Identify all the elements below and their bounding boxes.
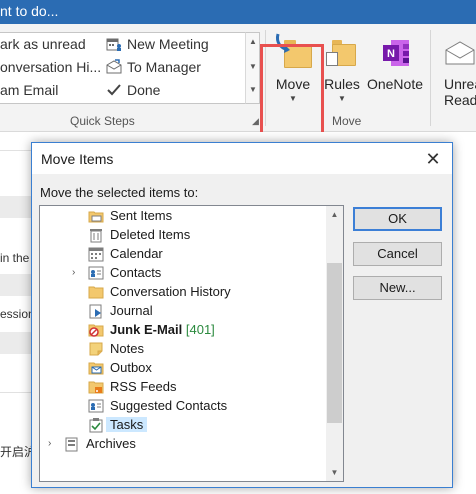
folder-icon — [88, 284, 104, 300]
folder-item-archives[interactable]: › Archives — [40, 434, 324, 453]
folder-item-junk-email[interactable]: Junk E-Mail [401] — [40, 320, 324, 339]
rules-button[interactable]: Rules ▼ — [322, 28, 362, 114]
junk-email-label: Junk E-Mail — [110, 322, 183, 337]
folder-item-contacts[interactable]: › Contacts — [40, 263, 324, 282]
move-group-label: Move — [332, 114, 362, 128]
dialog-title-bar: Move Items ✕ — [32, 143, 452, 174]
dialog-launcher-icon[interactable]: ◢ — [252, 116, 259, 127]
journal-icon — [88, 303, 104, 319]
folder-label: Calendar — [110, 246, 163, 261]
folder-item-outbox[interactable]: Outbox — [40, 358, 324, 377]
checkmark-icon — [106, 82, 122, 98]
folder-item-deleted-items[interactable]: Deleted Items — [40, 225, 324, 244]
folder-item-suggested-contacts[interactable]: Suggested Contacts — [40, 396, 324, 415]
app-title-bar: nt to do... — [0, 0, 476, 24]
chevron-up-icon[interactable]: ▲ — [249, 37, 257, 46]
tell-me-search-text[interactable]: nt to do... — [0, 3, 58, 19]
scrollbar-thumb[interactable] — [327, 263, 342, 423]
scroll-down-icon[interactable]: ▼ — [326, 464, 343, 481]
trash-icon — [88, 227, 104, 243]
message-snippet[interactable]: 开启沪 — [0, 443, 32, 460]
message-snippet[interactable]: in the — [0, 251, 32, 265]
onenote-button[interactable]: N OneNote — [364, 28, 426, 114]
chevron-down-icon[interactable]: ▼ — [249, 62, 257, 71]
close-icon[interactable]: ✕ — [422, 148, 444, 170]
svg-text:N: N — [387, 48, 395, 60]
rss-icon — [88, 379, 104, 395]
rules-button-label: Rules — [324, 76, 360, 92]
folder-label: Contacts — [110, 265, 162, 280]
envelope-icon — [444, 32, 476, 72]
move-items-dialog: Move Items ✕ Move the selected items to:… — [31, 142, 453, 488]
calendar-icon — [88, 246, 104, 262]
quick-step-label: ark as unread — [0, 36, 86, 52]
move-button-highlight — [260, 44, 324, 138]
folder-label: RSS Feeds — [110, 379, 177, 394]
quick-step-label: To Manager — [127, 59, 201, 75]
cancel-button[interactable]: Cancel — [353, 242, 442, 266]
quick-step-done[interactable]: Done — [106, 79, 160, 101]
calendar-people-icon — [106, 36, 122, 52]
folder-item-rss-feeds[interactable]: RSS Feeds — [40, 377, 324, 396]
folder-label: Suggested Contacts — [110, 398, 228, 413]
folder-label: Notes — [110, 341, 144, 356]
divider — [0, 392, 32, 393]
more-icon[interactable]: ▼ — [249, 85, 257, 94]
notes-icon — [88, 341, 104, 357]
folder-label: Tasks — [106, 417, 148, 432]
quick-step-label: onversation Hi... — [0, 59, 102, 75]
folder-tree-scrollbar[interactable]: ▲ ▼ — [326, 206, 343, 481]
quick-step-team-email[interactable]: am Email — [0, 79, 58, 101]
folder-item-notes[interactable]: Notes — [40, 339, 324, 358]
quick-step-label: New Meeting — [127, 36, 209, 52]
new-folder-button[interactable]: New... — [353, 276, 442, 300]
quick-steps-scrollbar[interactable]: ▲ ▼ ▼ — [245, 32, 260, 104]
archive-icon — [64, 436, 80, 452]
folder-label: Junk E-Mail [401] — [110, 322, 215, 337]
expand-chevron-icon[interactable]: › — [72, 267, 75, 278]
chevron-down-icon: ▼ — [338, 94, 346, 103]
junk-mail-icon — [88, 322, 104, 338]
message-snippet[interactable]: ession — [0, 307, 32, 321]
quick-step-conversation-history[interactable]: onversation Hi... — [0, 56, 101, 78]
folder-item-tasks[interactable]: Tasks — [40, 415, 324, 434]
group-separator — [430, 30, 431, 126]
folder-label: Archives — [86, 436, 136, 451]
rules-folder-icon — [326, 32, 358, 72]
unread-read-button[interactable]: Unread Read — [440, 28, 476, 114]
quick-step-to-manager[interactable]: To Manager — [106, 56, 201, 78]
unread-count-badge: [401] — [185, 322, 215, 337]
folder-item-sent-items[interactable]: Sent Items — [40, 206, 324, 225]
folder-item-journal[interactable]: Journal — [40, 301, 324, 320]
dialog-title: Move Items — [41, 151, 114, 167]
read-button-label: Read — [444, 92, 476, 108]
unread-button-label: Unread — [444, 76, 476, 92]
expand-chevron-icon[interactable]: › — [48, 438, 51, 449]
folder-label: Sent Items — [110, 208, 173, 223]
contacts-icon — [88, 265, 104, 281]
forward-envelope-icon — [106, 59, 122, 75]
outbox-icon — [88, 360, 104, 376]
sent-items-icon — [88, 208, 104, 224]
quick-step-label: am Email — [0, 82, 59, 98]
folder-label: Conversation History — [110, 284, 231, 299]
quick-step-label: Done — [127, 82, 161, 98]
folder-label: Outbox — [110, 360, 152, 375]
ribbon: ark as unread onversation Hi... am Email… — [0, 24, 476, 138]
onenote-button-label: OneNote — [366, 76, 424, 92]
scroll-up-icon[interactable]: ▲ — [326, 206, 343, 223]
folder-item-conversation-history[interactable]: Conversation History — [40, 282, 324, 301]
tasks-icon — [88, 417, 104, 433]
ok-button[interactable]: OK — [353, 207, 442, 231]
quick-step-new-meeting[interactable]: New Meeting — [106, 33, 209, 55]
folder-item-calendar[interactable]: Calendar — [40, 244, 324, 263]
contacts-icon — [88, 398, 104, 414]
folder-tree[interactable]: Sent Items Deleted Items Calendar › Cont… — [39, 205, 344, 482]
quick-steps-group-label: Quick Steps — [70, 114, 135, 128]
onenote-icon: N — [379, 32, 411, 72]
folder-label: Journal — [110, 303, 153, 318]
dialog-prompt: Move the selected items to: — [40, 185, 199, 200]
folder-label: Deleted Items — [110, 227, 191, 242]
quick-step-mark-unread[interactable]: ark as unread — [0, 33, 86, 55]
